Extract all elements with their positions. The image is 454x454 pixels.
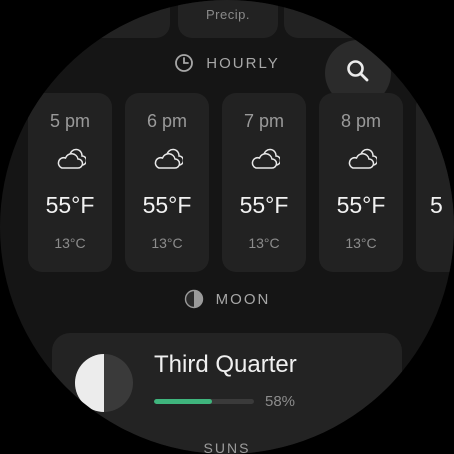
hourly-temp-f: 55°F xyxy=(142,192,192,218)
moon-card[interactable]: Third Quarter 58% xyxy=(52,333,402,454)
partly-cloudy-icon xyxy=(347,147,379,171)
third-quarter-moon-icon xyxy=(74,353,134,413)
hourly-temp-f: 55°F xyxy=(336,192,386,218)
moon-phase-small-icon xyxy=(184,289,204,309)
hourly-time: 5 pm xyxy=(49,111,91,131)
top-card-right[interactable] xyxy=(284,0,394,38)
precip-card[interactable]: Precip. xyxy=(178,0,278,38)
search-icon xyxy=(345,58,371,89)
partly-cloudy-icon xyxy=(250,147,282,171)
illumination-percent: 58% xyxy=(265,393,296,410)
hourly-time: 6 pm xyxy=(146,111,188,131)
moon-title: MOON xyxy=(215,290,271,308)
clock-icon xyxy=(174,53,194,73)
moon-phase-name: Third Quarter xyxy=(154,351,297,378)
hourly-temp-f: 55°F xyxy=(45,192,95,218)
hourly-card-partial[interactable]: 5 xyxy=(416,93,454,272)
precip-label: Precip. xyxy=(206,7,250,22)
sunset-section-header: SUNS xyxy=(203,440,251,454)
hourly-time: 7 pm xyxy=(243,111,285,131)
moon-header: MOON xyxy=(0,289,454,309)
illumination-progress-fill xyxy=(154,399,212,404)
hourly-temp-c: 13°C xyxy=(345,235,377,251)
hourly-temp-c: 13°C xyxy=(248,235,280,251)
hourly-card[interactable]: 5 pm 55°F 13°C xyxy=(28,93,112,272)
hourly-time: 8 pm xyxy=(340,111,382,131)
hourly-temp-f: 55°F xyxy=(239,192,289,218)
hourly-temp-c: 13°C xyxy=(151,235,183,251)
hourly-title: HOURLY xyxy=(206,54,280,72)
hourly-card[interactable]: 7 pm 55°F 13°C xyxy=(222,93,306,272)
top-card-left[interactable] xyxy=(70,0,170,38)
partly-cloudy-icon xyxy=(153,147,185,171)
hourly-card[interactable]: 8 pm 55°F 13°C xyxy=(319,93,403,272)
hourly-temp-f: 5 xyxy=(430,192,443,218)
hourly-card[interactable]: 6 pm 55°F 13°C xyxy=(125,93,209,272)
watch-screen: Precip. HOURLY 5 pm 55°F 13°C 6 pm 55°F … xyxy=(0,0,454,454)
hourly-temp-c: 13°C xyxy=(54,235,86,251)
partly-cloudy-icon xyxy=(56,147,88,171)
illumination-progress-bar xyxy=(154,399,254,404)
